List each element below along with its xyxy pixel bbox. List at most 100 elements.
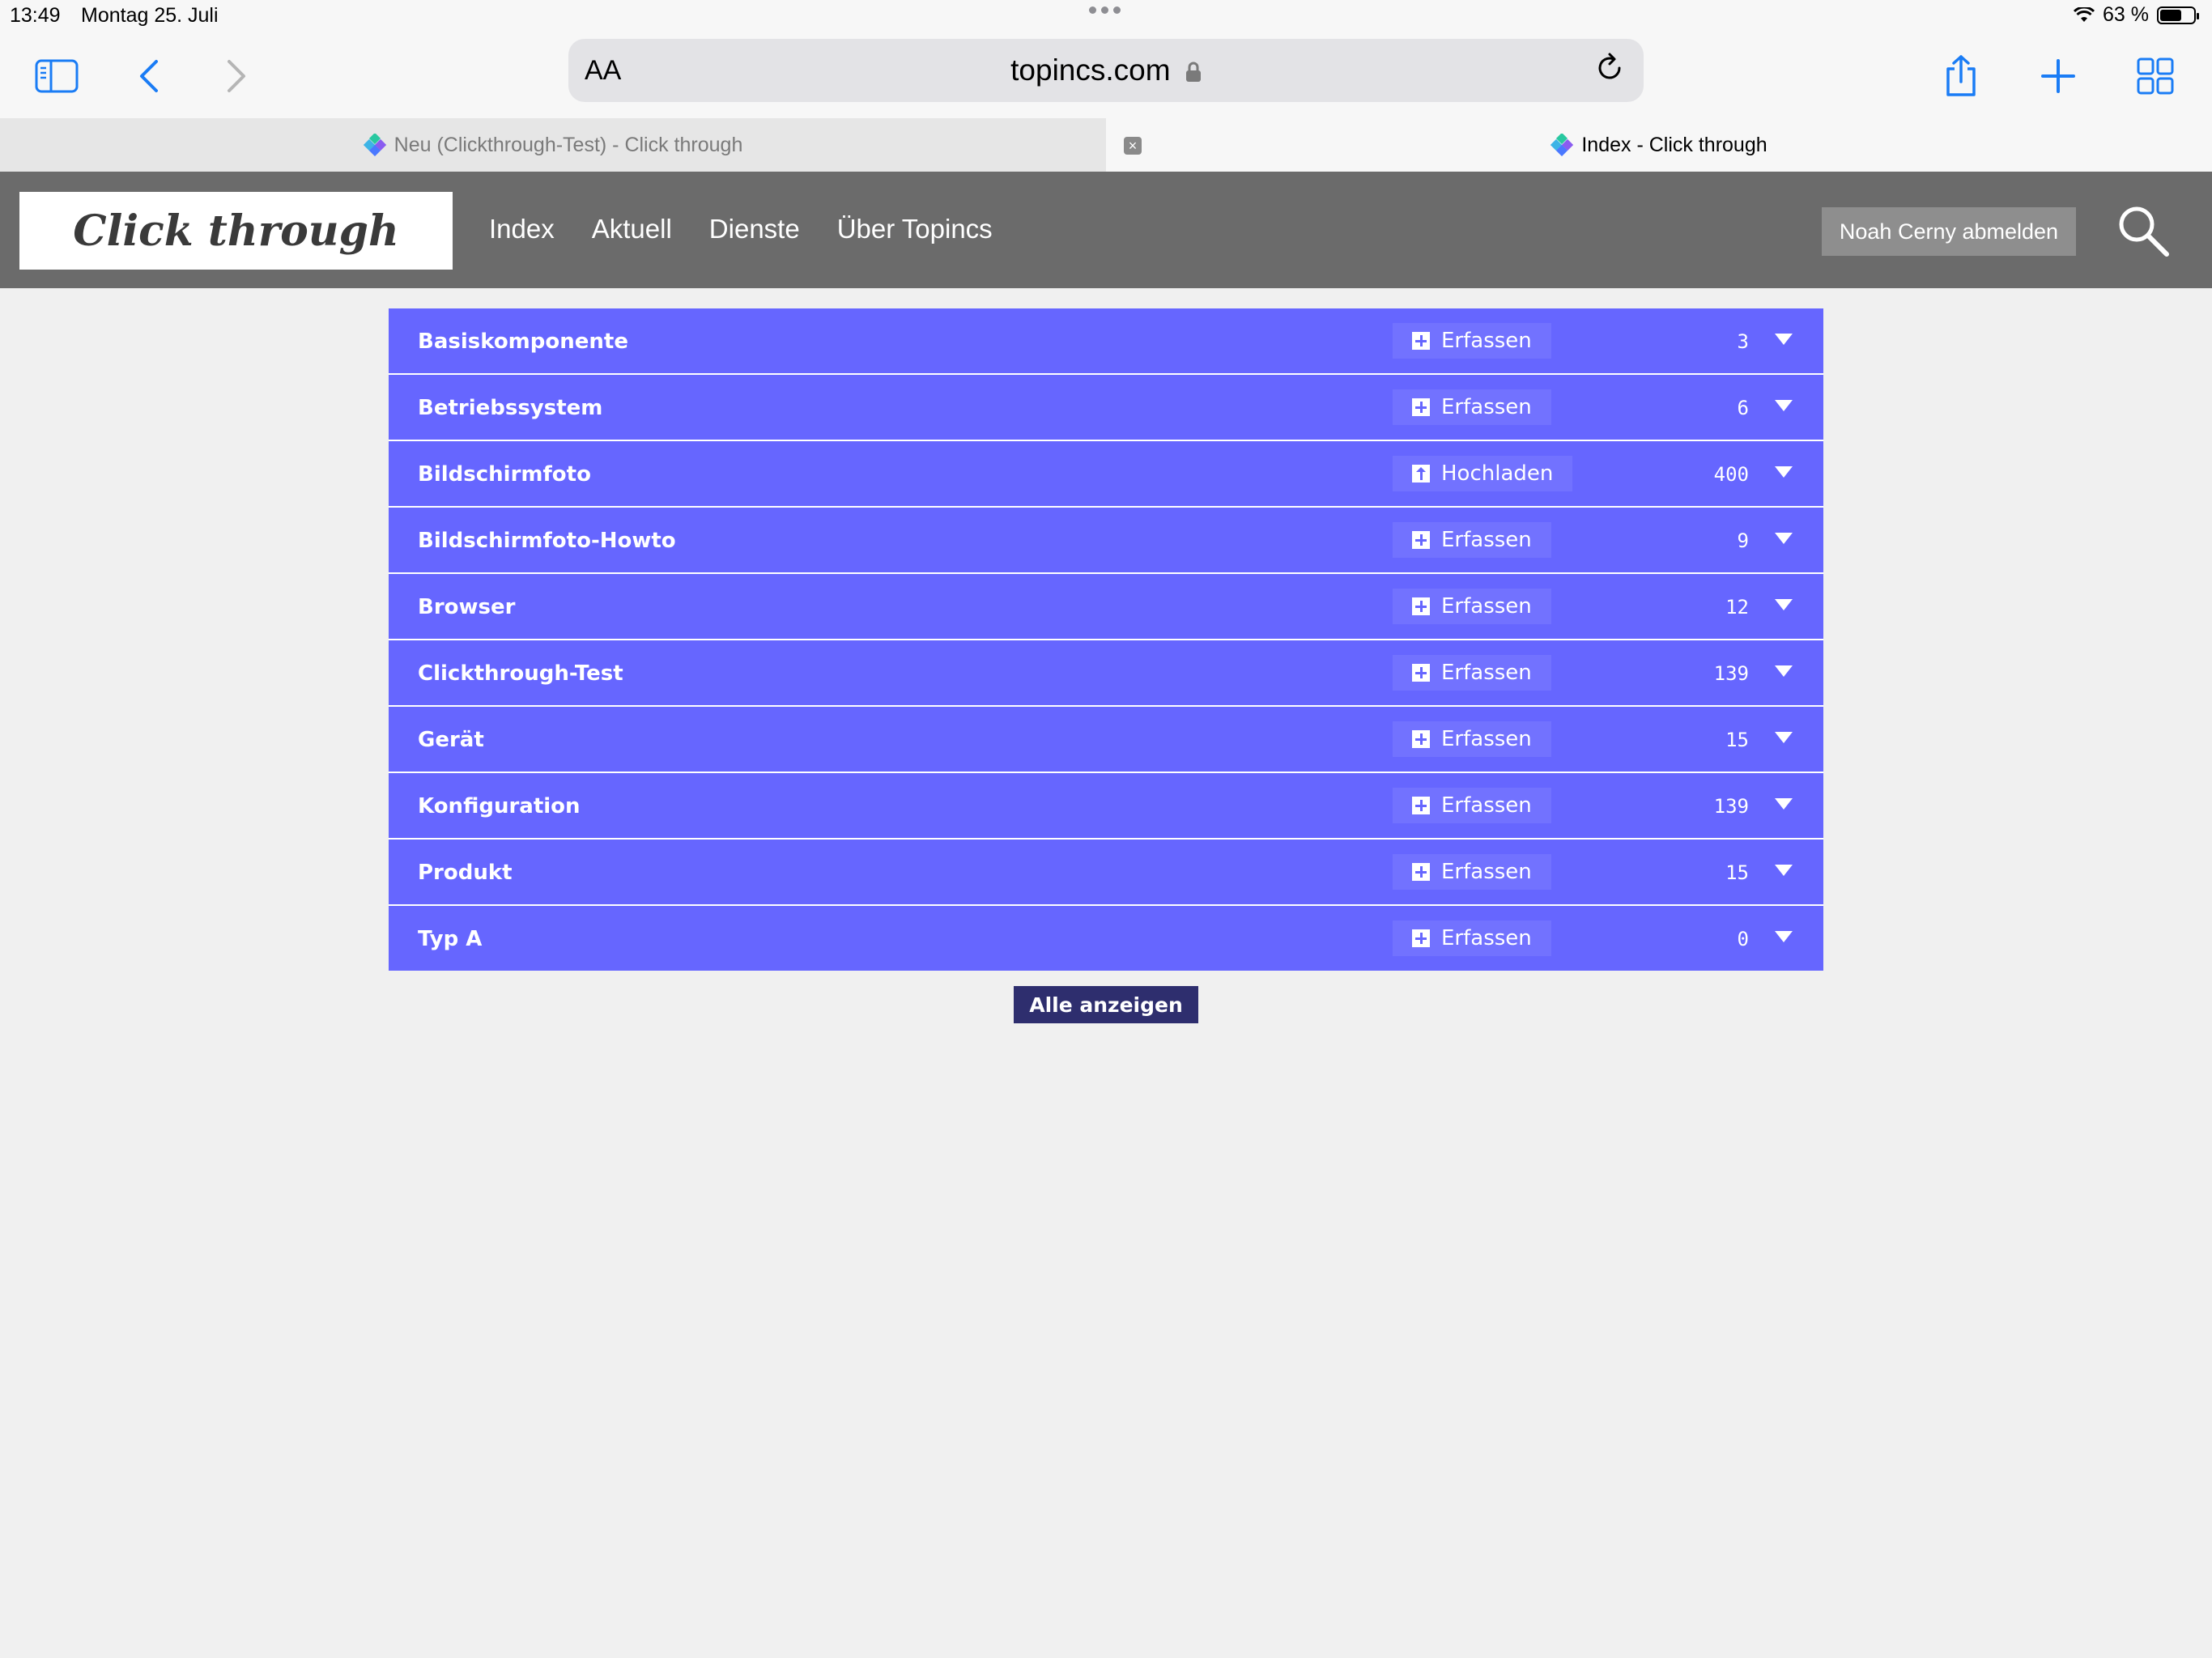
row-count: 400	[1713, 463, 1749, 486]
row-count: 12	[1725, 596, 1749, 619]
share-icon[interactable]	[1935, 50, 1987, 102]
row-count: 15	[1725, 861, 1749, 884]
list-item[interactable]: Browser Erfassen 12	[389, 574, 1823, 640]
url-display[interactable]: topincs.com	[568, 53, 1644, 87]
nav-aktuell[interactable]: Aktuell	[592, 214, 672, 244]
topincs-favicon-icon	[363, 134, 386, 156]
row-label[interactable]: Bildschirmfoto-Howto	[418, 529, 676, 553]
show-all-button[interactable]: Alle anzeigen	[1014, 986, 1198, 1023]
row-count: 3	[1737, 330, 1749, 353]
row-count: 9	[1737, 529, 1749, 552]
sidebar-toggle-icon[interactable]	[31, 50, 83, 102]
expand-triangle-icon[interactable]	[1775, 599, 1793, 610]
row-label[interactable]: Bildschirmfoto	[418, 462, 591, 487]
row-label[interactable]: Produkt	[418, 861, 513, 885]
expand-triangle-icon[interactable]	[1775, 400, 1793, 411]
list-item[interactable]: Betriebssystem Erfassen 6	[389, 375, 1823, 441]
site-logo[interactable]: Click through	[19, 192, 453, 270]
erfassen-button[interactable]: Erfassen	[1393, 788, 1551, 823]
search-icon[interactable]	[2115, 202, 2172, 263]
list-item[interactable]: Clickthrough-Test Erfassen 139	[389, 640, 1823, 707]
erfassen-button[interactable]: Erfassen	[1393, 655, 1551, 691]
plus-icon	[1412, 863, 1430, 881]
action-label: Erfassen	[1441, 727, 1532, 751]
nav-index[interactable]: Index	[489, 214, 555, 244]
list-item[interactable]: Bildschirmfoto Hochladen 400	[389, 441, 1823, 508]
expand-triangle-icon[interactable]	[1775, 931, 1793, 942]
expand-triangle-icon[interactable]	[1775, 334, 1793, 345]
tab-index[interactable]: Index - Click through	[1106, 118, 2212, 172]
row-label[interactable]: Clickthrough-Test	[418, 661, 623, 686]
expand-triangle-icon[interactable]	[1775, 665, 1793, 677]
row-count: 6	[1737, 397, 1749, 419]
row-label[interactable]: Betriebssystem	[418, 396, 602, 420]
nav-dienste[interactable]: Dienste	[709, 214, 800, 244]
back-icon[interactable]	[123, 50, 175, 102]
logo-text: Click through	[73, 206, 399, 256]
status-date: Montag 25. Juli	[81, 4, 219, 27]
expand-triangle-icon[interactable]	[1775, 732, 1793, 743]
list-item[interactable]: Produkt Erfassen 15	[389, 840, 1823, 906]
row-label[interactable]: Typ A	[418, 927, 482, 951]
row-label[interactable]: Browser	[418, 595, 515, 619]
battery-percent: 63 %	[2103, 3, 2149, 26]
list-item[interactable]: Typ A Erfassen 0	[389, 906, 1823, 971]
status-bar: 13:49 Montag 25. Juli 63 %	[0, 0, 2212, 32]
tab-bar: Neu (Clickthrough-Test) - Click through …	[0, 118, 2212, 172]
erfassen-button[interactable]: Erfassen	[1393, 920, 1551, 956]
plus-icon	[1412, 797, 1430, 814]
new-tab-icon[interactable]	[2032, 50, 2084, 102]
row-count: 15	[1725, 729, 1749, 751]
row-label[interactable]: Basiskomponente	[418, 329, 628, 354]
status-time: 13:49	[10, 4, 61, 27]
erfassen-button[interactable]: Erfassen	[1393, 589, 1551, 624]
action-label: Erfassen	[1441, 661, 1532, 685]
logout-button[interactable]: Noah Cerny abmelden	[1822, 207, 2076, 256]
plus-icon	[1412, 730, 1430, 748]
status-indicators: 63 %	[2074, 3, 2199, 27]
expand-triangle-icon[interactable]	[1775, 865, 1793, 876]
tab-title: Neu (Clickthrough-Test) - Click through	[393, 133, 743, 156]
url-text: topincs.com	[1010, 53, 1171, 87]
list-item[interactable]: Bildschirmfoto-Howto Erfassen 9	[389, 508, 1823, 574]
tab-neu-clickthrough[interactable]: Neu (Clickthrough-Test) - Click through	[0, 118, 1106, 172]
main-nav: Index Aktuell Dienste Über Topincs	[489, 214, 993, 244]
erfassen-button[interactable]: Erfassen	[1393, 854, 1551, 890]
erfassen-button[interactable]: Erfassen	[1393, 522, 1551, 558]
browser-toolbar: AA topincs.com	[0, 32, 2212, 118]
erfassen-button[interactable]: Erfassen	[1393, 323, 1551, 359]
expand-triangle-icon[interactable]	[1775, 466, 1793, 478]
nav-ueber-topincs[interactable]: Über Topincs	[837, 214, 993, 244]
tab-overview-icon[interactable]	[2129, 50, 2181, 102]
action-label: Erfassen	[1441, 926, 1532, 950]
hochladen-button[interactable]: Hochladen	[1393, 456, 1573, 491]
row-label[interactable]: Konfiguration	[418, 794, 581, 818]
wifi-icon	[2074, 6, 2095, 22]
action-label: Erfassen	[1441, 395, 1532, 419]
expand-triangle-icon[interactable]	[1775, 533, 1793, 544]
reload-icon[interactable]	[1592, 50, 1627, 90]
tab-close-icon[interactable]: ×	[1124, 137, 1142, 155]
row-count: 0	[1737, 928, 1749, 950]
multitasking-dots-icon[interactable]	[1089, 6, 1121, 14]
lock-icon	[1185, 62, 1201, 83]
expand-triangle-icon[interactable]	[1775, 798, 1793, 810]
list-item[interactable]: Konfiguration Erfassen 139	[389, 773, 1823, 840]
erfassen-button[interactable]: Erfassen	[1393, 721, 1551, 757]
action-label: Erfassen	[1441, 329, 1532, 353]
battery-icon	[2157, 6, 2199, 24]
address-bar[interactable]: AA topincs.com	[568, 39, 1644, 102]
plus-icon	[1412, 597, 1430, 615]
row-count: 139	[1713, 662, 1749, 685]
list-item[interactable]: Gerät Erfassen 15	[389, 707, 1823, 773]
plus-icon	[1412, 531, 1430, 549]
upload-icon	[1412, 465, 1430, 483]
list-item[interactable]: Basiskomponente Erfassen 3	[389, 308, 1823, 375]
forward-icon[interactable]	[211, 50, 262, 102]
erfassen-button[interactable]: Erfassen	[1393, 389, 1551, 425]
row-label[interactable]: Gerät	[418, 728, 484, 752]
action-label: Erfassen	[1441, 594, 1532, 619]
site-header: Click through Index Aktuell Dienste Über…	[0, 172, 2212, 288]
row-count: 139	[1713, 795, 1749, 818]
action-label: Hochladen	[1441, 461, 1554, 486]
